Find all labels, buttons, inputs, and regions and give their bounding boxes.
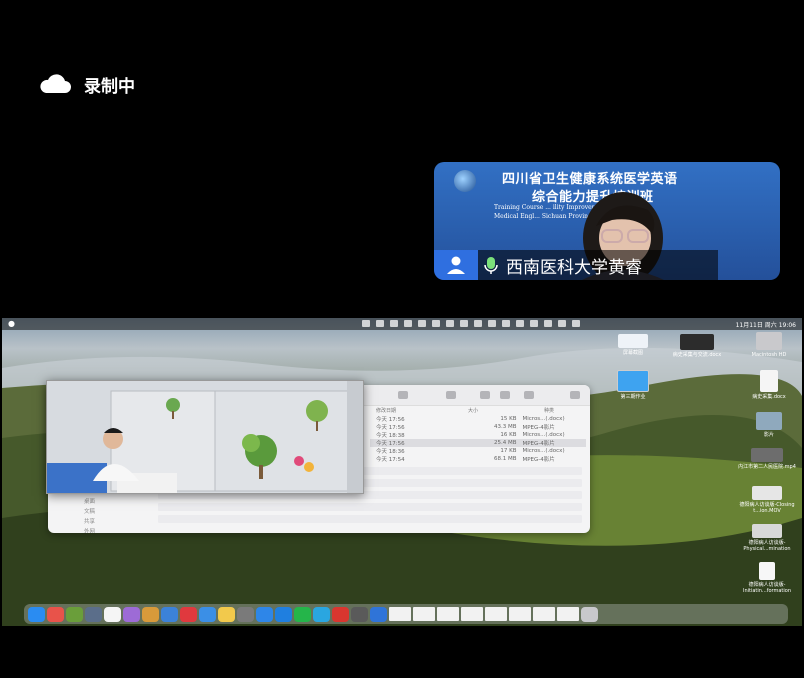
file-kind: MPEG-4影片 — [522, 441, 555, 447]
desktop-icon-image-doc[interactable]: 病史采集与交流.docx — [668, 334, 726, 358]
desktop-icon-video-closing[interactable]: 德阳病人访谈版-Closing t...ion.MOV — [736, 486, 798, 514]
desktop-icon-history-doc[interactable]: 病史采集.docx — [742, 370, 796, 400]
dock-app-icon[interactable] — [47, 606, 64, 622]
dock-app-icon[interactable] — [313, 606, 330, 622]
search-icon[interactable] — [570, 391, 580, 399]
dock-app-icon[interactable] — [332, 606, 349, 622]
menubar-clock[interactable]: 11月11日 周六 19:06 — [736, 320, 796, 329]
dock-app-icon[interactable] — [123, 606, 140, 622]
sidebar-item-shared[interactable]: 共享 — [84, 517, 95, 527]
desktop-icon-video-physical[interactable]: 德阳病人访谈版-Physical...mination — [736, 524, 798, 552]
finder-file-row[interactable]: 今天 17:56 25.4 MB MPEG-4影片 — [370, 439, 586, 447]
dock-recent-document[interactable] — [509, 607, 531, 621]
column-kind[interactable]: 种类 — [524, 407, 590, 414]
recording-status-label: 录制中 — [84, 76, 135, 97]
dock-recent-document[interactable] — [461, 607, 483, 621]
file-date: 今天 18:38 — [376, 433, 405, 439]
file-date: 今天 17:56 — [376, 425, 405, 431]
dock-app-icon[interactable] — [180, 606, 197, 622]
file-kind: Micros...(.docx) — [522, 448, 565, 454]
dock-app-icon[interactable] — [161, 606, 178, 622]
column-date[interactable]: 修改日期 — [376, 407, 468, 414]
file-kind: MPEG-4影片 — [522, 425, 555, 431]
trash-icon[interactable] — [581, 606, 598, 622]
file-kind: Micros...(.docx) — [522, 416, 565, 422]
menubar-status-icons[interactable] — [362, 320, 580, 327]
recording-indicator: 录制中 — [38, 70, 135, 98]
dock-recent-document[interactable] — [437, 607, 459, 621]
dock-app-icon[interactable] — [28, 606, 45, 622]
dock-app-icon[interactable] — [237, 606, 254, 622]
file-size: 15 KB — [500, 416, 517, 422]
dock-recent-document[interactable] — [485, 607, 507, 621]
finder-column-headers: 修改日期 大小 种类 — [376, 407, 590, 414]
participant-video-tile[interactable]: 四川省卫生健康系统医学英语 综合能力提升培训班 Training Course … — [434, 162, 780, 280]
file-size: 16 KB — [500, 432, 517, 438]
finder-file-row[interactable]: 今天 18:36 17 KB Micros...(.docx) — [370, 447, 586, 455]
file-date: 今天 18:36 — [376, 449, 405, 455]
dock-app-icon[interactable] — [351, 606, 368, 622]
dock-app-icon[interactable] — [370, 606, 387, 622]
dock-recent-document[interactable] — [413, 607, 435, 621]
mac-menubar: ● 11月11日 周六 19:06 — [2, 318, 802, 330]
finder-sidebar: 桌面 文稿 共享 外网 — [84, 497, 95, 533]
file-date: 今天 17:56 — [376, 441, 405, 447]
dock-app-icon[interactable] — [66, 606, 83, 622]
column-size[interactable]: 大小 — [468, 407, 524, 414]
dock-recent-document[interactable] — [557, 607, 579, 621]
share-button[interactable] — [480, 391, 490, 399]
file-size: 68.1 MB — [493, 456, 517, 462]
view-options-button[interactable] — [398, 391, 408, 399]
participant-name: 西南医科大学黄睿 — [506, 257, 642, 278]
file-kind: Micros...(.docx) — [522, 432, 565, 438]
dock-app-icon[interactable] — [85, 606, 102, 622]
file-date: 今天 17:54 — [376, 457, 405, 463]
sidebar-item-desktop[interactable]: 桌面 — [84, 497, 95, 507]
dock-app-icon[interactable] — [142, 606, 159, 622]
dock-app-icon[interactable] — [218, 606, 235, 622]
mac-dock — [24, 604, 788, 624]
file-size: 17 KB — [500, 448, 517, 454]
dock-app-icon[interactable] — [104, 606, 121, 622]
desktop-icon-screenshot[interactable]: 屏幕截图 — [610, 334, 656, 356]
participant-name-bar: 西南医科大学黄睿 — [434, 250, 718, 280]
file-kind: MPEG-4影片 — [522, 457, 555, 463]
file-size: 25.4 MB — [493, 440, 517, 446]
sidebar-item-documents[interactable]: 文稿 — [84, 507, 95, 517]
desktop-icon-doc-initiating[interactable]: 德阳病人访谈版-Initiatin...formation — [736, 562, 798, 594]
finder-file-row[interactable]: 今天 17:54 68.1 MB MPEG-4影片 — [370, 455, 586, 463]
dock-app-icon[interactable] — [294, 606, 311, 622]
finder-file-row[interactable]: 今天 17:56 43.3 MB MPEG-4影片 — [370, 423, 586, 431]
dock-recent-document[interactable] — [533, 607, 555, 621]
action-button[interactable] — [524, 391, 534, 399]
tag-button[interactable] — [500, 391, 510, 399]
dock-app-icon[interactable] — [275, 606, 292, 622]
shared-screen: ● 11月11日 周六 19:06 修改日期 大小 种类 今天 17:56 15 … — [2, 318, 802, 626]
desktop-icon-video-neijiang[interactable]: 内江市第二人民医院.mp4 — [736, 448, 798, 470]
dock-app-icon[interactable] — [199, 606, 216, 622]
apple-icon[interactable]: ● — [8, 319, 15, 328]
finder-file-list: 今天 17:56 15 KB Micros...(.docx) 今天 17:56 43.… — [370, 415, 586, 463]
finder-file-row[interactable]: 今天 18:38 16 KB Micros...(.docx) — [370, 431, 586, 439]
camera-preview-window[interactable] — [46, 380, 364, 494]
cloud-icon — [38, 73, 72, 95]
group-button[interactable] — [446, 391, 456, 399]
finder-file-row[interactable]: 今天 17:56 15 KB Micros...(.docx) — [370, 415, 586, 423]
dock-recent-document[interactable] — [389, 607, 411, 621]
banner-title-line1: 四川省卫生健康系统医学英语 — [502, 172, 678, 187]
user-icon — [434, 250, 478, 280]
file-date: 今天 17:56 — [376, 417, 405, 423]
sidebar-item-network[interactable]: 外网 — [84, 527, 95, 533]
file-size: 43.3 MB — [493, 424, 517, 430]
dock-app-icon[interactable] — [256, 606, 273, 622]
course-logo — [454, 170, 476, 192]
desktop-icon-folder-homework[interactable]: 第三期作业 — [610, 370, 656, 400]
desktop-icon-macintosh-hd[interactable]: Macintosh HD — [742, 332, 796, 358]
microphone-icon[interactable] — [478, 250, 504, 280]
desktop-icon-movies-folder[interactable]: 影片 — [742, 412, 796, 438]
